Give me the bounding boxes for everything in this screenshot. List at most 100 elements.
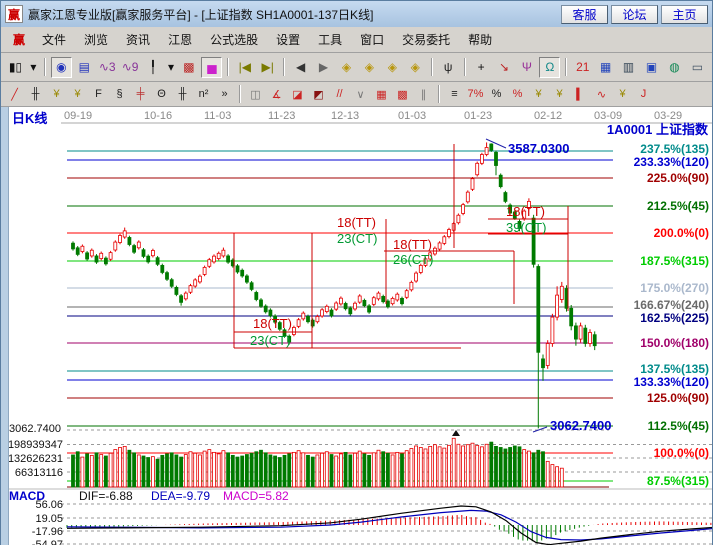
candle-body: [438, 243, 441, 249]
volume-bar: [330, 455, 333, 487]
menu-item-tools[interactable]: 工具: [309, 30, 351, 50]
angle-draw-icon[interactable]: ╱: [5, 85, 24, 104]
red-grid-icon[interactable]: ▦: [372, 85, 391, 104]
volume-bar: [147, 458, 150, 487]
zoom-horiz-out-icon[interactable]: ◈: [336, 57, 357, 78]
gann-level-label: 200.0%(0): [654, 226, 709, 240]
thin-candle-icon[interactable]: ╿: [143, 57, 164, 78]
percent-lines-icon[interactable]: %: [508, 85, 527, 104]
gann-fan-icon[interactable]: ∡: [267, 85, 286, 104]
parallel-lines-icon[interactable]: ∥: [414, 85, 433, 104]
gann-gold-grid-icon[interactable]: ¥: [47, 85, 66, 104]
fan-box-icon[interactable]: ◪: [288, 85, 307, 104]
trendline-tool-icon[interactable]: ↘: [494, 57, 515, 78]
candle-body: [570, 308, 573, 326]
forum-button[interactable]: 论坛: [611, 5, 658, 24]
more-tools-icon[interactable]: »: [215, 85, 234, 104]
next-bar-icon[interactable]: ▶: [313, 57, 334, 78]
info-note-icon[interactable]: ▤: [74, 57, 95, 78]
menu-item-settings[interactable]: 设置: [267, 30, 309, 50]
volume-bar: [386, 453, 389, 487]
volume-bar: [76, 452, 79, 487]
menu-item-window[interactable]: 窗口: [351, 30, 393, 50]
check-pattern-icon[interactable]: ∨: [351, 85, 370, 104]
gann-level-label: 175.0%(270): [640, 281, 709, 295]
multi-chart-icon[interactable]: ◉: [51, 57, 72, 78]
support-button[interactable]: 客服: [561, 5, 608, 24]
time-clock-icon[interactable]: Θ: [152, 85, 171, 104]
volume-bar: [231, 455, 234, 487]
price-scale-icon[interactable]: ≡: [445, 85, 464, 104]
zoom-vert-in-icon[interactable]: ◈: [405, 57, 426, 78]
kline-period-dropdown-icon[interactable]: ▾: [28, 57, 39, 78]
home-button[interactable]: 主页: [661, 5, 708, 24]
gold-section-circle-icon[interactable]: ¥: [529, 85, 548, 104]
percent-icon[interactable]: %: [487, 85, 506, 104]
last-bar-icon[interactable]: ▶|: [257, 57, 278, 78]
candle-body: [589, 333, 592, 344]
pattern-box-icon[interactable]: ▩: [178, 57, 199, 78]
volume-bar: [476, 445, 479, 487]
main-toolbar: ▮▯▾◉▤∿3∿9╿▾▩▅|◀▶|◀▶◈◈◈◈ψ+↘ΨΩ21▦▥▣◍▭: [1, 53, 712, 82]
volume-bar: [513, 446, 516, 487]
hand-drag-icon[interactable]: ψ: [438, 57, 459, 78]
menu-item-formula-stock-pick[interactable]: 公式选股: [201, 30, 267, 50]
menu-item-gann[interactable]: 江恩: [159, 30, 201, 50]
gann-level-label: 225.0%(90): [647, 171, 709, 185]
minute-wave-3-icon[interactable]: ∿3: [97, 57, 118, 78]
fan-box-filled-icon[interactable]: ◩: [309, 85, 328, 104]
gann-level-label: 137.5%(135): [640, 362, 709, 376]
volume-bar: [264, 453, 267, 487]
thin-candle-dropdown-icon[interactable]: ▾: [166, 57, 177, 78]
date-label: 11-23: [268, 110, 295, 122]
toolbar-separator: [565, 58, 567, 76]
gold-bars-icon[interactable]: ¥: [613, 85, 632, 104]
market-view-icon[interactable]: ◍: [664, 57, 685, 78]
draw-cycle-icon[interactable]: ╪: [131, 85, 150, 104]
volume-bar: [344, 452, 347, 487]
candle-body: [358, 296, 361, 302]
color-histogram-icon[interactable]: ▅: [201, 57, 222, 78]
bar-count-icon[interactable]: ╫: [173, 85, 192, 104]
red-grid-filled-icon[interactable]: ▩: [393, 85, 412, 104]
kline-pane-label: 日K线: [12, 108, 47, 127]
menu-item-news[interactable]: 资讯: [117, 30, 159, 50]
zoom-vert-out-icon[interactable]: ◈: [382, 57, 403, 78]
candle-body: [203, 267, 206, 274]
n-square-icon[interactable]: n²: [194, 85, 213, 104]
kline-chart-canvas[interactable]: 09-1910-1611-0311-2312-1301-0301-2302-12…: [1, 107, 713, 545]
menu-item-browse[interactable]: 浏览: [75, 30, 117, 50]
box-tool-icon[interactable]: ◫: [246, 85, 265, 104]
percent-top-icon[interactable]: 7%: [466, 85, 485, 104]
kline-period-icon[interactable]: ▮▯: [5, 57, 26, 78]
analyze-tool-icon[interactable]: Ω: [539, 57, 560, 78]
zoom-horiz-in-icon[interactable]: ◈: [359, 57, 380, 78]
notepad-icon[interactable]: ▥: [618, 57, 639, 78]
draw-bars-icon[interactable]: ▍: [571, 85, 590, 104]
gold-section-line-icon[interactable]: ¥: [550, 85, 569, 104]
left-scroll-strip[interactable]: [1, 107, 9, 545]
spiral-icon[interactable]: §: [110, 85, 129, 104]
calculator-icon[interactable]: ▦: [595, 57, 616, 78]
prev-bar-icon[interactable]: ◀: [290, 57, 311, 78]
fan-lines-icon[interactable]: //: [330, 85, 349, 104]
date-label: 01-03: [398, 110, 426, 122]
first-bar-icon[interactable]: |◀: [234, 57, 255, 78]
wave-measure-icon[interactable]: ∿: [592, 85, 611, 104]
print-icon[interactable]: ▭: [687, 57, 708, 78]
save-icon[interactable]: ▣: [641, 57, 662, 78]
menu-item-file[interactable]: 文件: [33, 30, 75, 50]
candle-body: [213, 256, 216, 262]
crosshair-icon[interactable]: +: [471, 57, 492, 78]
gann-gold-grid2-icon[interactable]: ¥: [68, 85, 87, 104]
minute-wave-9-icon[interactable]: ∿9: [120, 57, 141, 78]
draw-tool-icon[interactable]: Ψ: [516, 57, 537, 78]
menu-item-help[interactable]: 帮助: [459, 30, 501, 50]
volume-bar: [448, 445, 451, 487]
time-cycle-grid-icon[interactable]: ╫: [26, 85, 45, 104]
menu-item-trade-order[interactable]: 交易委托: [393, 30, 459, 50]
candle-body: [480, 155, 483, 164]
calendar-icon[interactable]: 21: [572, 57, 593, 78]
fib-grid-icon[interactable]: F: [89, 85, 108, 104]
angle-j-icon[interactable]: J: [634, 85, 653, 104]
